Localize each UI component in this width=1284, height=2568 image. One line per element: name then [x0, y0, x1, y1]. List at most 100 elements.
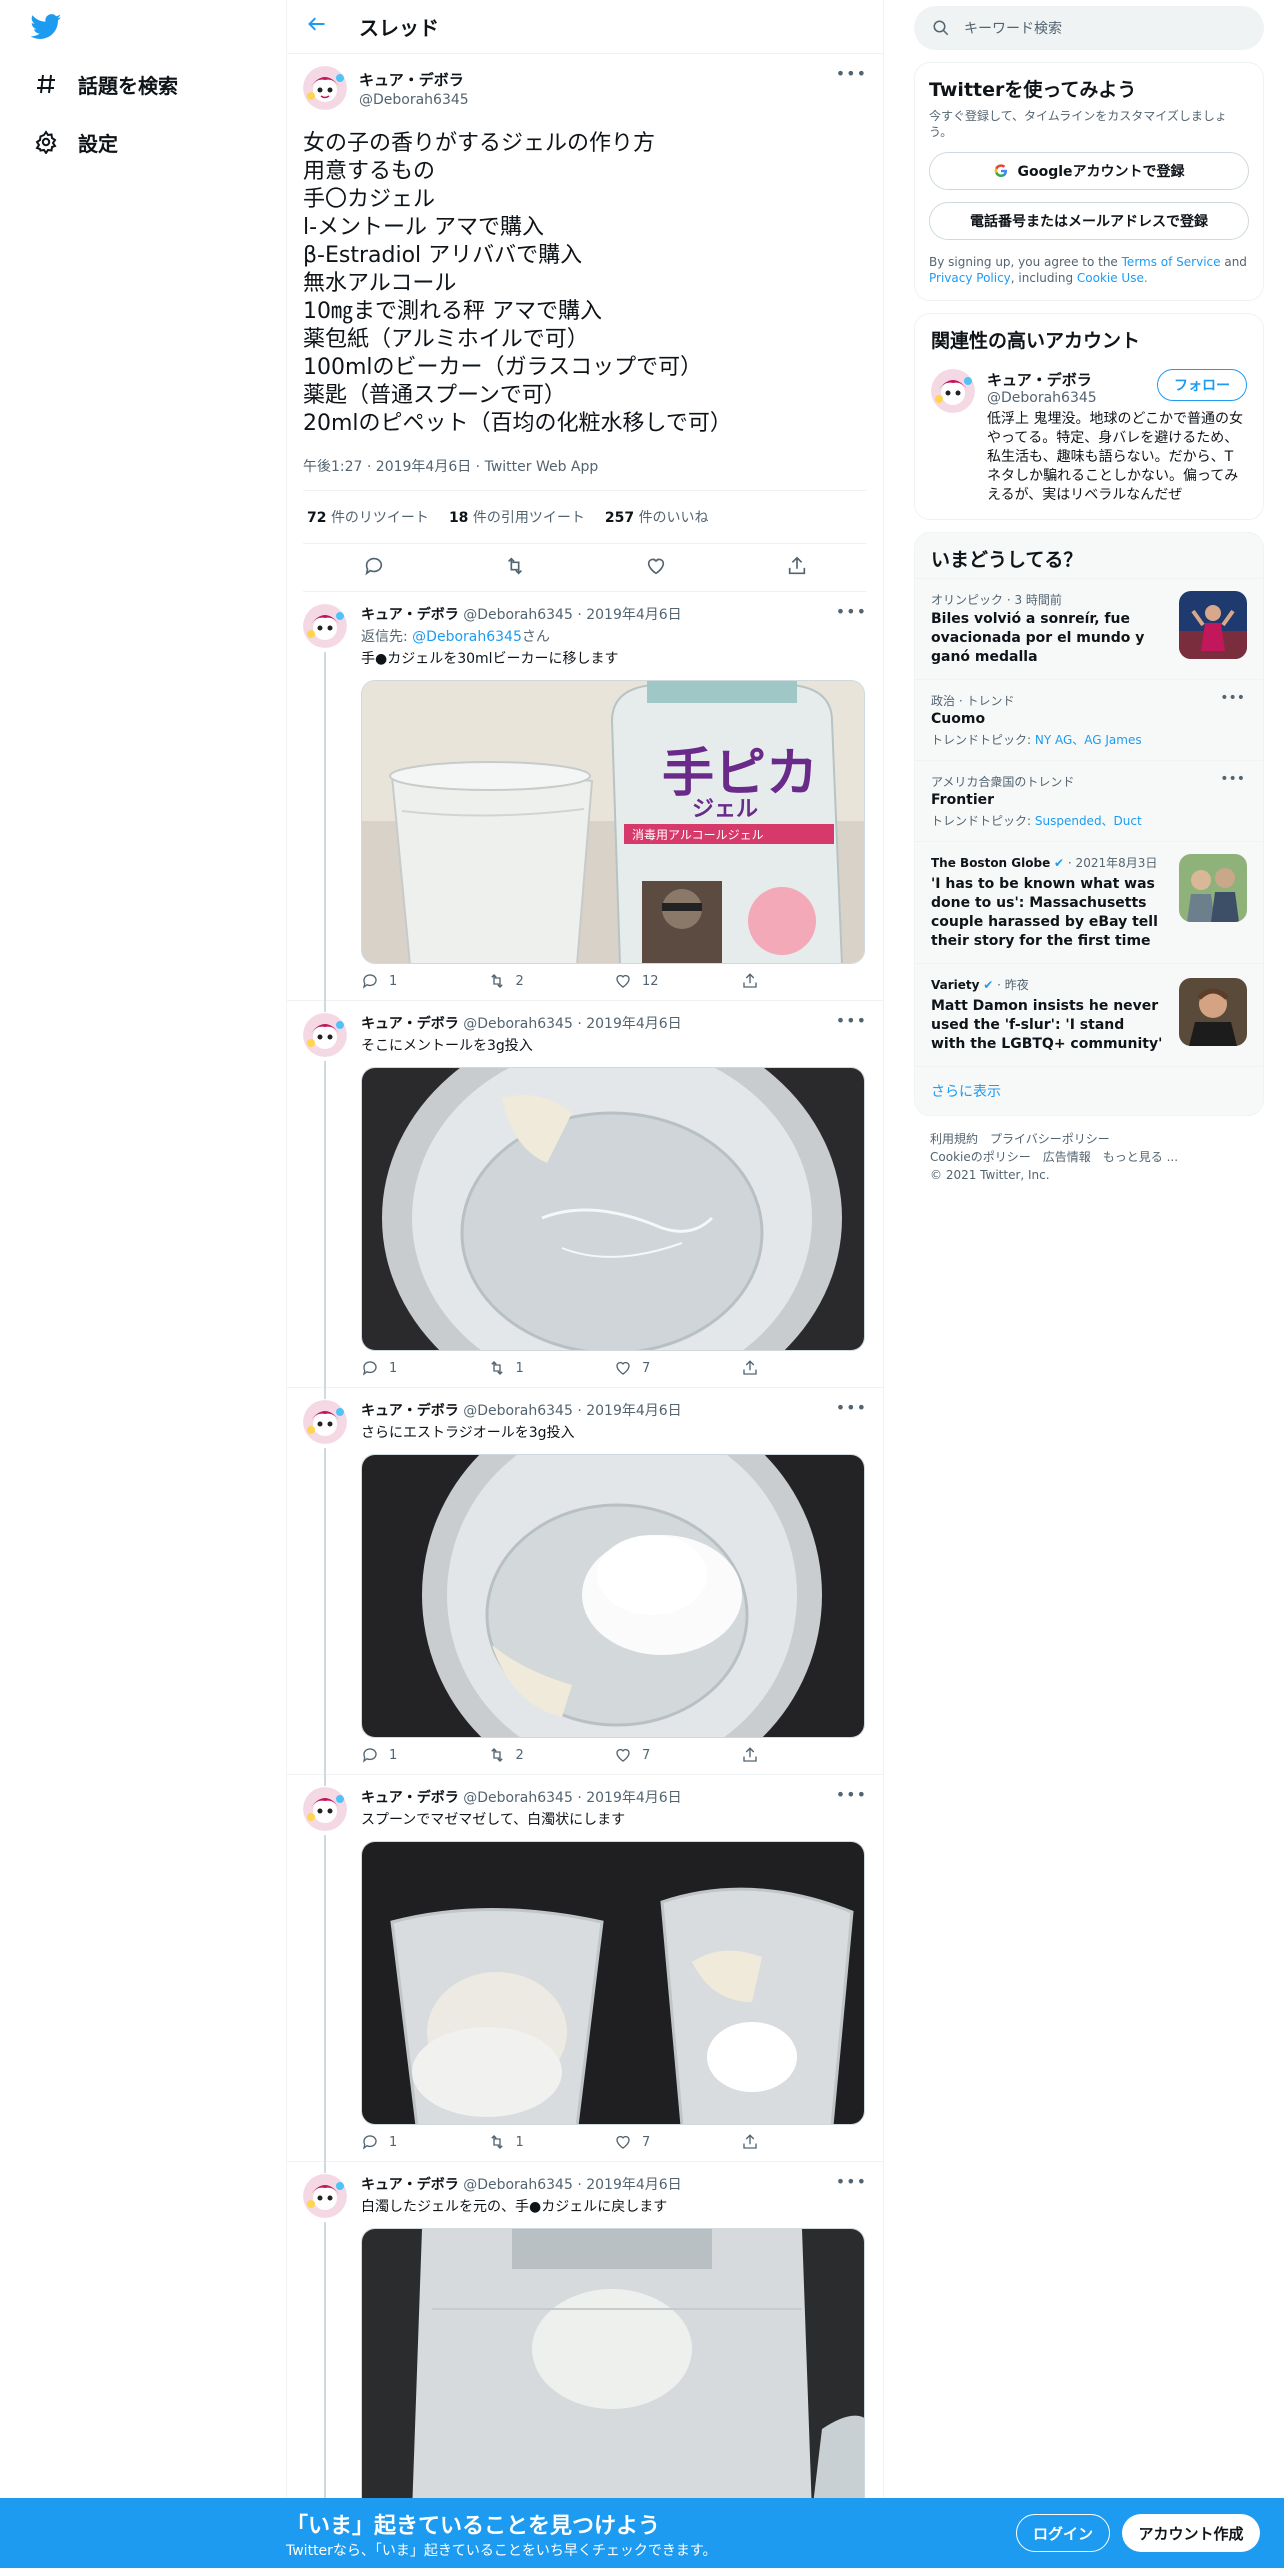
trend-item[interactable]: ••• アメリカ合衆国のトレンド Frontier トレンドトピック: Susp… [915, 760, 1263, 841]
nav-settings-label: 設定 [78, 131, 118, 156]
author-name[interactable]: キュア・デボラ [361, 2177, 459, 2193]
nav-explore[interactable]: 話題を検索 [34, 66, 178, 102]
trend-context: アメリカ合衆国のトレンド [931, 775, 1075, 789]
related-handle[interactable]: @Deborah6345 [987, 390, 1097, 406]
footer-terms[interactable]: 利用規約 [930, 1132, 978, 1146]
like-stat[interactable]: 257 件のいいね [605, 507, 709, 527]
bottle-sublabel: ジェル [692, 797, 758, 822]
phone-email-signup-button[interactable]: 電話番号またはメールアドレスで登録 [929, 202, 1249, 240]
back-arrow-icon[interactable] [307, 14, 329, 40]
author-name[interactable]: キュア・デボラ [361, 1403, 459, 1419]
reply-tweet[interactable]: ••• キュア・デボラ @Deborah6345 · 2019年4月6日 さらに… [287, 1388, 883, 1786]
like-icon[interactable] [645, 555, 667, 581]
tweet-photo[interactable] [361, 1067, 865, 1351]
reply-tweet[interactable]: ••• キュア・デボラ @Deborah6345 · 2019年4月6日 スプー… [287, 1775, 883, 2173]
handle-date[interactable]: @Deborah6345 · 2019年4月6日 [463, 2177, 681, 2193]
reply-button[interactable]: 1 [361, 2133, 488, 2151]
google-signup-button[interactable]: Googleアカウントで登録 [929, 152, 1249, 190]
share-icon[interactable] [786, 555, 808, 581]
reply-icon[interactable] [363, 555, 385, 581]
avatar[interactable] [303, 1013, 347, 1057]
more-options-icon[interactable]: ••• [836, 602, 867, 621]
share-button[interactable] [741, 1746, 868, 1764]
news-item[interactable]: Variety ✔ · 昨夜 Matt Damon insists he nev… [915, 963, 1263, 1066]
author-name[interactable]: キュア・デボラ [361, 607, 459, 623]
follow-button[interactable]: フォロー [1157, 369, 1247, 401]
trend-item[interactable]: ••• 政治 · トレンド Cuomo トレンドトピック: NY AG、AG J… [915, 679, 1263, 760]
footer-cookie[interactable]: Cookieのポリシー [930, 1150, 1031, 1164]
retweet-button[interactable]: 2 [488, 972, 615, 990]
reply-tweet[interactable]: ••• キュア・デボラ @Deborah6345 · 2019年4月6日 返信先… [287, 592, 883, 1012]
retweet-button[interactable]: 1 [488, 2133, 615, 2151]
search-input[interactable]: キーワード検索 [964, 18, 1062, 38]
related-name[interactable]: キュア・デボラ [987, 369, 1097, 390]
author-name[interactable]: キュア・デボラ [359, 69, 469, 90]
create-account-button[interactable]: アカウント作成 [1122, 2514, 1260, 2552]
avatar[interactable] [303, 2174, 347, 2218]
more-options-icon[interactable]: ••• [836, 64, 867, 83]
terms-link[interactable]: Terms of Service [1122, 255, 1221, 269]
cookie-link[interactable]: Cookie Use. [1077, 271, 1148, 285]
like-button[interactable]: 12 [614, 972, 741, 990]
like-button[interactable]: 7 [614, 1746, 741, 1764]
more-options-icon[interactable]: ••• [836, 1398, 867, 1417]
tweet-photo[interactable] [361, 2228, 865, 2512]
tweet-photo[interactable]: 手ピカ ジェル 消毒用アルコールジェル [361, 680, 865, 964]
news-source: The Boston Globe ✔ · 2021年8月3日 [931, 856, 1158, 870]
banner-title: 「いま」起きていることを見つけよう [286, 2514, 661, 2539]
handle-date[interactable]: @Deborah6345 · 2019年4月6日 [463, 1403, 681, 1419]
show-more-link[interactable]: さらに表示 [915, 1066, 1263, 1115]
handle-date[interactable]: @Deborah6345 · 2019年4月6日 [463, 607, 681, 623]
footer-ads[interactable]: 広告情報 [1043, 1150, 1091, 1164]
retweet-icon[interactable] [504, 555, 526, 581]
news-item[interactable]: The Boston Globe ✔ · 2021年8月3日 'I has to… [915, 841, 1263, 963]
tweet-timestamp[interactable]: 午後1:27 · 2019年4月6日 · Twitter Web App [303, 456, 867, 491]
tweet-text: さらにエストラジオールを3g投入 [361, 1425, 575, 1441]
login-button[interactable]: ログイン [1016, 2514, 1110, 2552]
footer-privacy[interactable]: プライバシーポリシー [990, 1132, 1110, 1146]
mention-link[interactable]: @Deborah6345 [412, 629, 522, 645]
more-options-icon[interactable]: ••• [836, 2172, 867, 2191]
like-button[interactable]: 7 [614, 2133, 741, 2151]
footer-more[interactable]: もっと見る ... [1103, 1150, 1178, 1164]
privacy-link[interactable]: Privacy Policy [929, 271, 1011, 285]
reply-button[interactable]: 1 [361, 1746, 488, 1764]
retweet-stat[interactable]: 72 件のリツイート [307, 507, 429, 527]
related-account[interactable]: キュア・デボラ @Deborah6345 フォロー 低浮上 鬼埋没。地球のどこか… [915, 359, 1263, 519]
avatar[interactable] [303, 604, 347, 648]
share-button[interactable] [741, 972, 868, 990]
handle-date[interactable]: @Deborah6345 · 2019年4月6日 [463, 1016, 681, 1032]
quote-stat[interactable]: 18 件の引用ツイート [449, 507, 585, 527]
author-name[interactable]: キュア・デボラ [361, 1016, 459, 1032]
retweet-button[interactable]: 1 [488, 1359, 615, 1377]
retweet-button[interactable]: 2 [488, 1746, 615, 1764]
handle-date[interactable]: @Deborah6345 · 2019年4月6日 [463, 1790, 681, 1806]
reply-button[interactable]: 1 [361, 1359, 488, 1377]
author-name[interactable]: キュア・デボラ [361, 1790, 459, 1806]
avatar[interactable] [303, 1787, 347, 1831]
more-options-icon[interactable]: ••• [1220, 771, 1245, 787]
trend-tags: トレンドトピック: Suspended、Duct [931, 814, 1142, 828]
trend-item[interactable]: オリンピック · 3 時間前 Biles volvió a sonreír, f… [915, 578, 1263, 679]
more-options-icon[interactable]: ••• [836, 1011, 867, 1030]
tweet-photo[interactable] [361, 1454, 865, 1738]
nav-settings[interactable]: 設定 [34, 124, 118, 160]
reply-tweet[interactable]: ••• キュア・デボラ @Deborah6345 · 2019年4月6日 そこに… [287, 1001, 883, 1399]
tweet-photo[interactable] [361, 1841, 865, 2125]
share-button[interactable] [741, 1359, 868, 1377]
search-box[interactable]: キーワード検索 [914, 6, 1264, 50]
twitter-logo-icon[interactable] [30, 14, 62, 40]
reply-tweet[interactable]: ••• キュア・デボラ @Deborah6345 · 2019年4月6日 白濁し… [287, 2162, 883, 2534]
more-options-icon[interactable]: ••• [1220, 690, 1245, 706]
avatar[interactable] [931, 369, 975, 413]
share-button[interactable] [741, 2133, 868, 2151]
more-options-icon[interactable]: ••• [836, 1785, 867, 1804]
thread-column: スレッド ••• キュア・デボラ @Deborah6345 女の子の香りがするジ… [286, 0, 884, 2568]
avatar[interactable] [303, 1400, 347, 1444]
trend-tags: トレンドトピック: NY AG、AG James [931, 733, 1142, 747]
tweet-actions: 1 1 7 [361, 1359, 867, 1377]
reply-button[interactable]: 1 [361, 972, 488, 990]
author-handle[interactable]: @Deborah6345 [359, 92, 469, 108]
like-button[interactable]: 7 [614, 1359, 741, 1377]
avatar[interactable] [303, 66, 347, 110]
